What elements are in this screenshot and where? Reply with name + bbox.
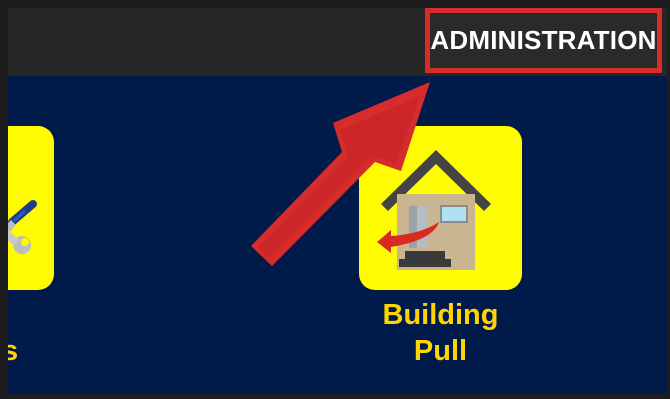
administration-button[interactable]: ADMINISTRATION [425,8,662,73]
main-panel: s Building Pull [8,76,667,394]
building-pull-tile[interactable] [359,126,522,290]
wrench-screwdriver-icon [8,200,37,254]
building-pull-label: Building Pull [359,297,522,369]
tools-tile-label: s [8,335,19,367]
building-pull-label-line1: Building [382,299,499,331]
tools-tile[interactable] [8,126,54,290]
house-icon [377,150,491,270]
administration-label: ADMINISTRATION [430,25,657,55]
building-pull-label-line2: Pull [413,335,468,367]
